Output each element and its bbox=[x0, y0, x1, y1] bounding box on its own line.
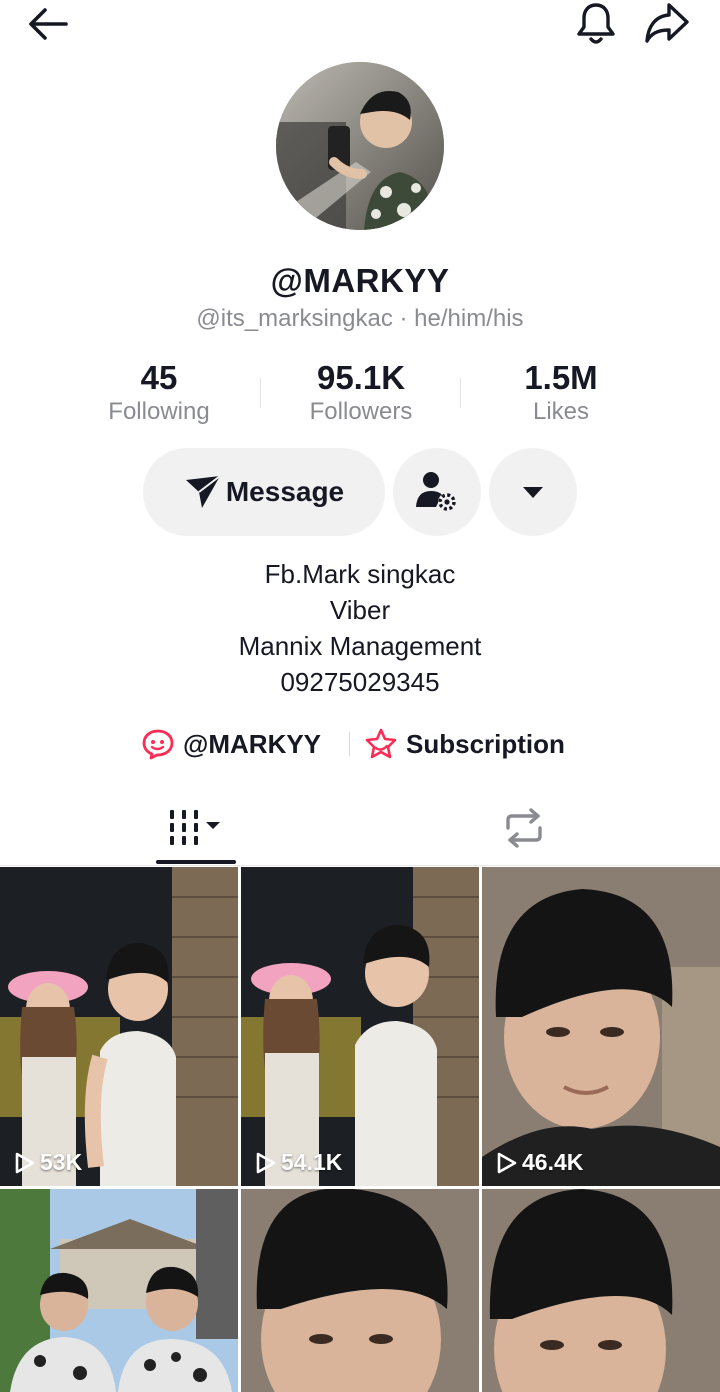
username-pronouns: @its_marksingkac · he/him/his bbox=[196, 305, 524, 332]
tab-reposts[interactable] bbox=[484, 790, 564, 866]
play-icon bbox=[15, 1152, 35, 1173]
arrow-left-icon bbox=[29, 8, 68, 40]
view-count: 54.1K bbox=[253, 1149, 342, 1176]
avatar[interactable] bbox=[276, 62, 444, 230]
avatar-photo bbox=[276, 62, 444, 230]
content-tabs bbox=[0, 790, 720, 866]
stat-divider bbox=[460, 378, 461, 408]
video-thumbnail-image bbox=[241, 867, 479, 1186]
friend-settings-button[interactable] bbox=[393, 448, 481, 536]
view-count: 53K bbox=[12, 1149, 82, 1176]
bio: Fb.Mark singkac Viber Mannix Management … bbox=[0, 556, 720, 700]
video-thumbnail[interactable]: 53K bbox=[0, 867, 238, 1186]
video-thumbnail-image bbox=[241, 1189, 479, 1392]
bio-line: 09275029345 bbox=[280, 667, 440, 697]
bio-line: Mannix Management bbox=[238, 631, 482, 661]
likes-count: 1.5M bbox=[524, 359, 598, 396]
back-button[interactable] bbox=[22, 2, 74, 46]
active-tab-indicator bbox=[156, 860, 236, 864]
more-options-dropdown-button[interactable] bbox=[489, 448, 577, 536]
view-count-value: 53K bbox=[40, 1149, 83, 1175]
display-name: @MARKYY bbox=[270, 262, 450, 299]
grid-bars-icon bbox=[170, 810, 220, 845]
stat-followers[interactable]: 95.1K Followers bbox=[261, 358, 461, 426]
message-button[interactable]: Message bbox=[143, 448, 385, 536]
action-buttons: Message bbox=[0, 448, 720, 536]
video-thumbnail[interactable] bbox=[241, 1189, 479, 1392]
caret-down-icon bbox=[523, 487, 543, 498]
paper-plane-icon bbox=[185, 475, 221, 508]
video-thumbnail-image bbox=[482, 1189, 720, 1392]
stat-likes[interactable]: 1.5M Likes bbox=[461, 358, 661, 426]
play-icon bbox=[497, 1152, 517, 1173]
share-button[interactable] bbox=[642, 0, 692, 46]
person-gear-icon bbox=[416, 472, 456, 511]
stat-following[interactable]: 45 Following bbox=[59, 358, 259, 426]
lemon8-icon bbox=[142, 729, 174, 760]
play-icon bbox=[256, 1152, 276, 1173]
repost-icon bbox=[506, 808, 542, 848]
video-thumbnail[interactable]: 54.1K bbox=[241, 867, 479, 1186]
profile-links: @MARKYY Subscription bbox=[0, 722, 720, 766]
link-divider bbox=[349, 732, 350, 756]
video-thumbnail-image bbox=[0, 1189, 238, 1392]
subscription-link[interactable]: Subscription bbox=[364, 722, 565, 766]
view-count-value: 54.1K bbox=[281, 1149, 343, 1175]
bell-icon bbox=[577, 3, 615, 44]
subscription-link-label: Subscription bbox=[406, 728, 565, 759]
stat-divider bbox=[260, 378, 261, 408]
top-bar bbox=[0, 0, 720, 50]
video-thumbnail-image bbox=[0, 867, 238, 1186]
stats-row: 45 Following 95.1K Followers 1.5M Likes bbox=[0, 358, 720, 428]
notification-bell-button[interactable] bbox=[572, 0, 620, 48]
followers-count: 95.1K bbox=[316, 359, 406, 396]
bio-line: Viber bbox=[329, 595, 391, 625]
star-icon bbox=[365, 728, 397, 759]
tab-videos[interactable] bbox=[156, 790, 236, 866]
followers-label: Followers bbox=[309, 398, 413, 425]
lemon8-link[interactable]: @MARKYY bbox=[141, 722, 321, 766]
video-thumbnail-image bbox=[482, 867, 720, 1186]
following-count: 45 bbox=[140, 359, 178, 396]
bio-line: Fb.Mark singkac bbox=[264, 559, 456, 589]
likes-label: Likes bbox=[532, 398, 590, 425]
video-thumbnail[interactable]: 46.4K bbox=[482, 867, 720, 1186]
following-label: Following bbox=[108, 398, 210, 425]
message-button-label: Message bbox=[225, 476, 345, 507]
lemon8-link-label: @MARKYY bbox=[183, 728, 322, 759]
view-count-value: 46.4K bbox=[522, 1149, 584, 1175]
share-arrow-icon bbox=[645, 3, 689, 43]
video-thumbnail[interactable] bbox=[0, 1189, 238, 1392]
video-thumbnail[interactable] bbox=[482, 1189, 720, 1392]
view-count: 46.4K bbox=[494, 1149, 583, 1176]
